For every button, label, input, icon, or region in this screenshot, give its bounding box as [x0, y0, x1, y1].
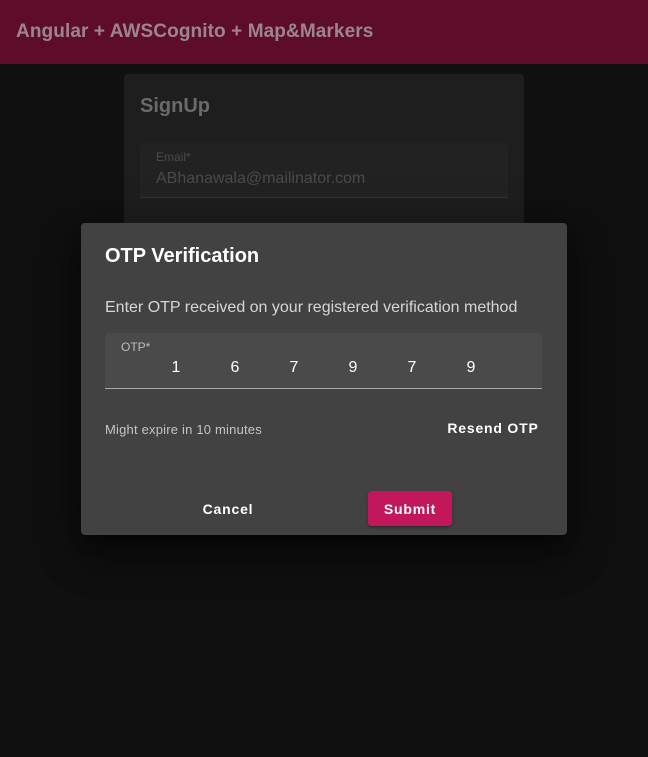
cancel-button[interactable]: Cancel	[181, 491, 275, 527]
otp-digits: 1 6 7 9 7 9	[105, 359, 542, 381]
otp-input-field[interactable]: OTP* 1 6 7 9 7 9	[105, 333, 542, 389]
otp-digit-4[interactable]: 9	[343, 359, 363, 377]
otp-digit-5[interactable]: 7	[402, 359, 422, 377]
dialog-message: Enter OTP received on your registered ve…	[105, 299, 518, 316]
otp-field-label: OTP*	[121, 340, 151, 354]
otp-digit-2[interactable]: 6	[225, 359, 245, 377]
otp-verification-dialog: OTP Verification Enter OTP received on y…	[81, 223, 567, 535]
otp-expiry-note: Might expire in 10 minutes	[105, 422, 262, 437]
dialog-title: OTP Verification	[105, 245, 260, 267]
submit-button[interactable]: Submit	[368, 491, 452, 526]
otp-digit-3[interactable]: 7	[284, 359, 304, 377]
resend-otp-button[interactable]: Resend OTP	[433, 414, 553, 442]
otp-digit-1[interactable]: 1	[166, 359, 186, 377]
otp-digit-6[interactable]: 9	[461, 359, 481, 377]
